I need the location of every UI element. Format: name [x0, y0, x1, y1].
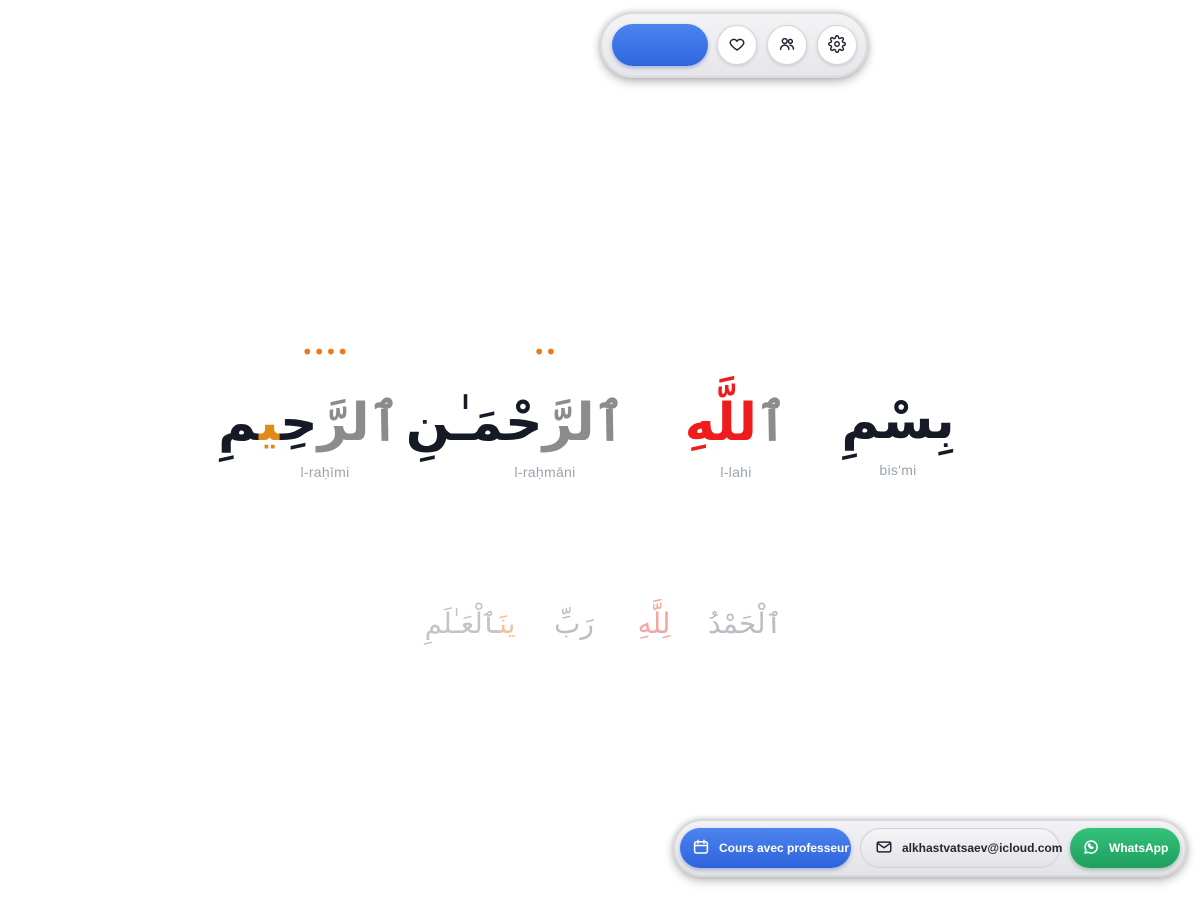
- gear-icon: [828, 34, 846, 56]
- next-verse-word: ينَٱلْعَـٰلَمِ: [424, 607, 516, 640]
- page: •• •••• بِسْمِ bis'mi ٱللَّهِ l-lahi ٱلر…: [0, 0, 1200, 900]
- word-rahmani[interactable]: ٱلرَّحْمَـٰنِ l-raḥmāni: [405, 388, 625, 480]
- word-transliteration: l-raḥīmi: [300, 464, 350, 480]
- word-transliteration: l-lahi: [720, 464, 752, 480]
- word-transliteration: l-raḥmāni: [514, 464, 576, 480]
- word-marker-rahmani: ••: [533, 340, 557, 364]
- word-arabic: ٱلرَّحِيمِ: [218, 393, 400, 453]
- heart-icon: [728, 35, 746, 56]
- email-label: alkhastvatsaev@icloud.com: [902, 841, 1063, 855]
- whatsapp-button[interactable]: WhatsApp: [1070, 828, 1180, 868]
- calendar-icon: [692, 838, 719, 859]
- word-allahi[interactable]: ٱللَّهِ l-lahi: [676, 388, 796, 480]
- primary-action-button[interactable]: [612, 24, 708, 66]
- word-arabic: بِسْمِ: [841, 391, 955, 451]
- whatsapp-label: WhatsApp: [1109, 841, 1169, 855]
- word-transliteration: bis'mi: [879, 462, 917, 478]
- users-icon: [778, 35, 796, 56]
- word-arabic: ٱلرَّحْمَـٰنِ: [405, 393, 625, 453]
- whatsapp-icon: [1082, 838, 1109, 859]
- users-button[interactable]: [767, 25, 807, 65]
- word-rahimi[interactable]: ٱلرَّحِيمِ l-raḥīmi: [218, 388, 400, 480]
- favorite-button[interactable]: [717, 25, 757, 65]
- word-arabic: ٱللَّهِ: [684, 393, 788, 453]
- mail-icon: [875, 838, 902, 859]
- next-verse-word: لِلَّهِ: [637, 607, 671, 640]
- next-verse-word: رَبِّ: [554, 607, 594, 640]
- next-verse-word: ٱلْحَمْدُ: [708, 607, 782, 640]
- book-teacher-label: Cours avec professeur: [719, 841, 850, 855]
- email-button[interactable]: alkhastvatsaev@icloud.com: [860, 828, 1063, 868]
- book-teacher-button[interactable]: Cours avec professeur: [680, 828, 851, 868]
- bottom-action-bar: Cours avec professeur alkhastvatsaev@icl…: [673, 819, 1187, 877]
- top-toolbar: [600, 12, 868, 78]
- word-bismi[interactable]: بِسْمِ bis'mi: [838, 386, 958, 478]
- settings-button[interactable]: [817, 25, 857, 65]
- word-marker-rahimi: ••••: [301, 340, 349, 364]
